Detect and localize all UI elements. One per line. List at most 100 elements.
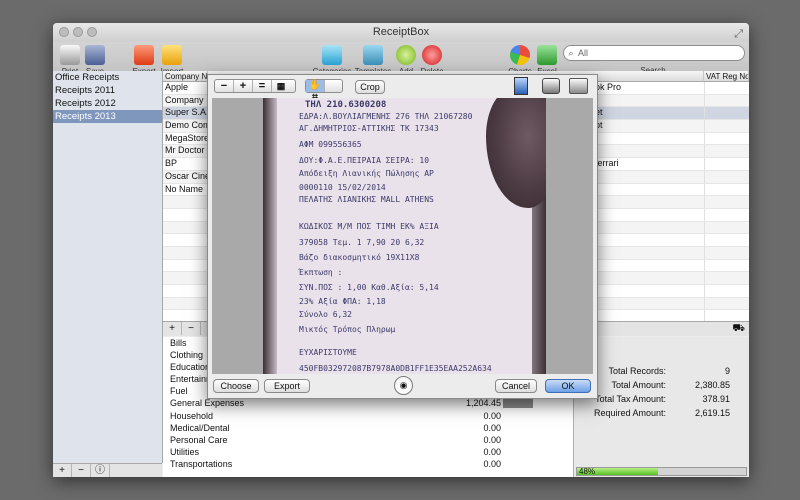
receipt-line: Βάζο διακοσμητικό 19Χ11Χ8 xyxy=(299,253,420,262)
company-cell xyxy=(163,247,208,259)
vat-cell xyxy=(704,221,749,234)
window-title: ReceiptBox xyxy=(372,26,430,38)
zoom-in-button[interactable]: + xyxy=(234,80,253,92)
description-cell: et xyxy=(595,107,603,118)
cancel-button[interactable]: Cancel xyxy=(495,379,537,393)
category-name: Bills xyxy=(170,338,187,348)
category-row[interactable]: Medical/Dental 0.00 xyxy=(163,422,573,434)
vat-cell xyxy=(704,158,749,170)
hand-tool-icon[interactable]: ✋ xyxy=(306,80,325,92)
description-cell xyxy=(593,272,700,284)
category-amount: 0.00 xyxy=(483,446,501,457)
vat-cell xyxy=(704,208,749,221)
vat-cell xyxy=(704,132,749,145)
image-canvas[interactable]: ΤΗΛ 210.6300208 ΕΔΡΑ:Λ.ΒΟΥΛΙΑΓΜΕΝΗΣ 276 Τ… xyxy=(212,98,593,374)
remove-receipt-button[interactable]: − xyxy=(182,322,201,335)
minimize-window-button[interactable] xyxy=(73,27,83,37)
description-cell xyxy=(593,196,700,208)
sidebar-footer: + − ⓘ xyxy=(53,463,162,477)
company-cell xyxy=(163,234,208,246)
add-collection-button[interactable]: + xyxy=(53,464,72,477)
company-cell: Apple xyxy=(165,82,189,92)
column-header-company[interactable]: Company Na xyxy=(163,71,208,82)
vat-cell xyxy=(704,259,749,272)
zoom-controls: − + = ▦ xyxy=(214,79,296,93)
stat-row: Required Amount: 2,619.15 xyxy=(574,407,730,419)
category-row[interactable]: General Expenses 1,204.45 xyxy=(163,397,573,409)
receipt-line: ΑΦΜ 099556365 xyxy=(299,140,362,149)
ok-button[interactable]: OK xyxy=(545,379,591,393)
sidebar-item[interactable]: Office Receipts xyxy=(53,71,162,84)
description-cell xyxy=(593,247,700,259)
company-cell: MegaStore xyxy=(165,132,208,143)
category-row[interactable]: Utilities 0.00 xyxy=(163,446,573,458)
category-name: Transportations xyxy=(170,458,233,469)
description-cell xyxy=(593,209,700,221)
vat-cell xyxy=(704,170,749,183)
receipt-line: Απόδειξη Λιανικής Πώλησης ΑΡ xyxy=(299,169,434,178)
truck-icon[interactable]: ⛟ xyxy=(732,323,745,336)
receipt-line: 0000110 15/02/2014 xyxy=(299,183,386,192)
zoom-out-button[interactable]: − xyxy=(215,80,234,92)
receipt-line: 450FB032972087B7978A0DB1FF1E35EAA252A634 xyxy=(299,364,492,373)
description-cell xyxy=(593,133,700,145)
add-receipt-button[interactable]: + xyxy=(163,322,182,335)
remove-collection-button[interactable]: − xyxy=(72,464,91,477)
category-name: Household xyxy=(170,410,214,421)
vat-cell xyxy=(704,145,749,158)
receipt-line: Σύνολο 6,32 xyxy=(299,310,352,319)
category-name: Utilities xyxy=(170,446,200,457)
sidebar-item[interactable]: Receipts 2012 xyxy=(53,97,162,110)
actual-size-icon[interactable]: ▦ xyxy=(272,80,290,92)
receipt-image: ΤΗΛ 210.6300208 ΕΔΡΑ:Λ.ΒΟΥΛΙΑΓΜΕΝΗΣ 276 Τ… xyxy=(263,98,546,374)
receipt-line: ΕΔΡΑ:Λ.ΒΟΥΛΙΑΓΜΕΝΗΣ 276 ΤΗΛ 21067280 xyxy=(299,112,473,121)
crop-button[interactable]: Crop xyxy=(355,80,385,94)
sidebar-item[interactable]: Receipts 2013 xyxy=(53,110,162,123)
receipt-line: ΠΕΛΑΤΗΣ ΛΙΑΝΙΚΗΣ MALL ATHENS xyxy=(299,195,434,204)
company-cell xyxy=(163,285,208,297)
minus-circle-icon xyxy=(422,45,442,65)
tags-icon xyxy=(322,45,342,65)
vat-cell xyxy=(704,297,749,310)
stat-label: Total Amount: xyxy=(611,380,666,390)
vat-cell xyxy=(704,94,749,107)
export-image-button[interactable]: Export xyxy=(264,379,310,393)
sidebar: Office Receipts Receipts 2011 Receipts 201… xyxy=(53,71,163,463)
stat-label: Total Records: xyxy=(608,366,666,376)
company-cell: Demo Com xyxy=(165,120,208,131)
choose-button[interactable]: Choose xyxy=(213,379,259,393)
search-input[interactable]: ⌕ All xyxy=(563,45,745,61)
plus-circle-icon xyxy=(396,45,416,65)
receipt-line: ΣΥΝ.ΠΟΣ : 1,00 Καθ.Αξία: 5,14 xyxy=(299,283,439,292)
category-bar xyxy=(503,399,533,409)
vat-cell xyxy=(704,246,749,259)
company-cell: Mr Doctor xyxy=(165,145,205,156)
printer-icon[interactable] xyxy=(569,78,588,94)
vat-cell xyxy=(704,82,749,94)
company-cell: BP xyxy=(165,158,178,169)
column-header-vat[interactable]: VAT Reg No xyxy=(704,71,749,82)
company-cell xyxy=(163,272,208,284)
info-icon[interactable]: ⓘ xyxy=(91,464,110,477)
receipt-line: 23% Αξία ΦΠΑ: 1,18 xyxy=(299,297,386,306)
sidebar-item[interactable]: Receipts 2011 xyxy=(53,84,162,97)
category-row[interactable]: Personal Care 0.00 xyxy=(163,434,573,446)
stat-value: 378.91 xyxy=(702,394,730,404)
image-icon[interactable] xyxy=(514,77,528,95)
scanner-icon[interactable] xyxy=(542,78,560,94)
zoom-window-button[interactable] xyxy=(87,27,97,37)
company-cell xyxy=(163,222,208,234)
category-row[interactable]: Household 0.00 xyxy=(163,410,573,422)
vat-cell xyxy=(704,107,749,120)
vat-cell xyxy=(704,183,749,196)
fit-button[interactable]: = xyxy=(253,80,272,92)
category-name: General Expenses xyxy=(170,398,245,409)
receipt-line: ΔΟΥ:Φ.Α.Ε.ΠΕΙΡΑΙΑ ΣΕΙΡΑ: 10 xyxy=(299,156,430,165)
category-row[interactable]: Transportations 0.00 xyxy=(163,458,573,470)
description-cell xyxy=(593,260,700,272)
close-window-button[interactable] xyxy=(59,27,69,37)
receipt-line: ΕΥΧΑΡΙΣΤΟΥΜΕ xyxy=(299,348,357,357)
progress-bar: 48% xyxy=(576,467,747,476)
camera-icon[interactable]: ◉ xyxy=(394,376,413,395)
stat-value: 9 xyxy=(724,366,730,376)
